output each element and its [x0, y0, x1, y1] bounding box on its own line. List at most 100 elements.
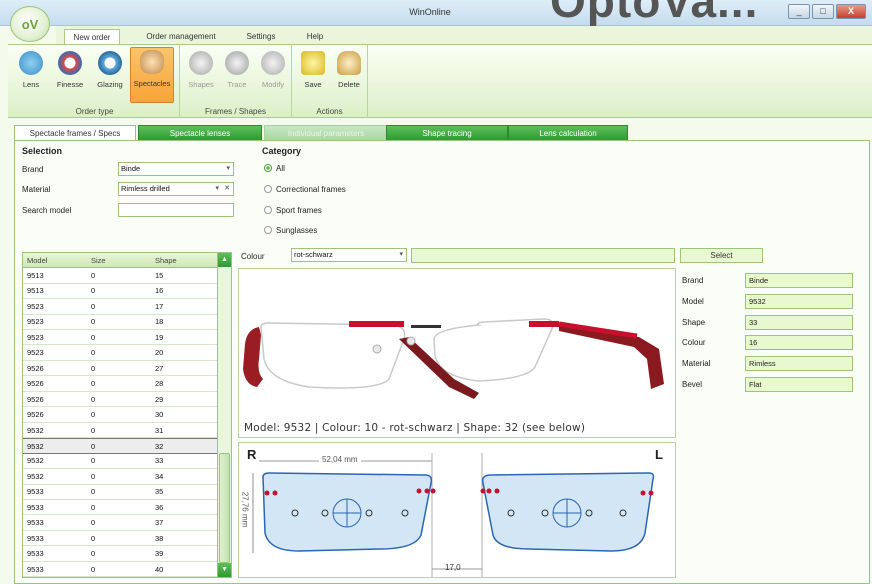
table-row[interactable]: 9523 0 17: [23, 299, 218, 315]
scroll-thumb[interactable]: [219, 453, 230, 563]
minimize-button[interactable]: _: [788, 4, 810, 19]
table-row[interactable]: 9523 0 20: [23, 345, 218, 361]
tab-spectacle-frames[interactable]: Spectacle frames / Specs: [14, 125, 136, 141]
cell-size: 0: [91, 317, 96, 327]
table-row[interactable]: 9532 0 34: [23, 469, 218, 485]
maximize-button[interactable]: □: [812, 4, 834, 19]
menu-new-order[interactable]: New order: [64, 29, 120, 44]
scroll-up-icon[interactable]: ▲: [218, 253, 231, 267]
glazing-button[interactable]: Glazing: [92, 49, 128, 99]
cell-model: 9513: [27, 271, 44, 280]
table-row[interactable]: 9523 0 19: [23, 330, 218, 346]
cell-model: 9533: [27, 549, 44, 559]
cell-model: 9526: [27, 410, 44, 420]
detail-label: Shape: [682, 317, 706, 327]
left-lens-label: L: [655, 447, 663, 462]
cell-model: 9523: [27, 332, 44, 342]
radio-sunglasses[interactable]: [264, 226, 272, 234]
menu-settings[interactable]: Settings: [240, 29, 282, 44]
table-row[interactable]: 9513 0 16: [23, 283, 218, 300]
radio-all[interactable]: [264, 164, 272, 172]
cell-shape: 40: [155, 564, 164, 574]
cell-size: 0: [91, 502, 96, 512]
search-model-label: Search model: [22, 206, 72, 215]
shapes-icon: [189, 51, 213, 75]
trace-button[interactable]: Trace: [220, 49, 254, 99]
cell-size: 0: [91, 425, 96, 435]
lens-shape-drawing: R L 52,04 mm 27,76 mm 17,0: [238, 442, 676, 578]
cell-model: 9533: [27, 533, 44, 543]
select-button[interactable]: Select: [680, 248, 763, 263]
title-bar: OptoVa... WinOnline _ □ X: [0, 0, 872, 27]
table-row[interactable]: 9533 0 40: [23, 562, 218, 578]
ribbon-group-order-type: Lens Finesse Glazing Spectacles Order ty…: [10, 45, 180, 118]
delete-button[interactable]: Delete: [332, 49, 366, 99]
category-sport-label[interactable]: Sport frames: [276, 206, 322, 215]
table-row[interactable]: 9526 0 28: [23, 376, 218, 392]
section-tabs: Spectacle frames / Specs Spectacle lense…: [14, 125, 872, 141]
detail-value-field: 33: [745, 314, 853, 330]
detail-value-field: 9532: [745, 293, 853, 309]
column-shape[interactable]: Shape: [155, 256, 177, 265]
cell-model: 9526: [27, 379, 44, 389]
category-sunglasses-label[interactable]: Sunglasses: [276, 226, 317, 235]
category-correctional-label[interactable]: Correctional frames: [276, 185, 346, 194]
category-all-label[interactable]: All: [276, 164, 285, 173]
lens-button[interactable]: Lens: [14, 49, 48, 99]
menu-order-management[interactable]: Order management: [136, 29, 226, 44]
tab-individual-parameters[interactable]: Individual parameters: [264, 125, 388, 141]
column-size[interactable]: Size: [91, 256, 106, 265]
brand-dropdown[interactable]: Binde ▾: [118, 162, 234, 176]
menu-help[interactable]: Help: [300, 29, 330, 44]
close-button[interactable]: X: [836, 4, 866, 19]
save-button[interactable]: Save: [296, 49, 330, 99]
modify-button[interactable]: Modify: [256, 49, 290, 99]
ribbon-caption-frames-shapes: Frames / Shapes: [205, 107, 266, 116]
table-row[interactable]: 9533 0 35: [23, 484, 218, 500]
cell-size: 0: [91, 441, 96, 451]
scroll-down-icon[interactable]: ▼: [218, 563, 231, 577]
colour-dropdown[interactable]: rot-schwarz ▾: [291, 248, 407, 262]
cell-shape: 32: [155, 441, 164, 451]
cell-shape: 19: [155, 332, 164, 342]
column-model[interactable]: Model: [27, 256, 47, 265]
cell-size: 0: [91, 549, 96, 559]
cell-model: 9533: [27, 502, 44, 512]
tab-shape-tracing[interactable]: Shape tracing: [386, 125, 508, 141]
table-scrollbar[interactable]: ▲ ▼: [217, 253, 231, 577]
search-model-input[interactable]: [118, 203, 234, 217]
cell-size: 0: [91, 332, 96, 342]
table-row[interactable]: 9513 0 15: [23, 268, 218, 284]
tab-spectacle-lenses[interactable]: Spectacle lenses: [138, 125, 262, 141]
table-row[interactable]: 9523 0 18: [23, 314, 218, 331]
table-row[interactable]: 9533 0 38: [23, 531, 218, 547]
table-row[interactable]: 9533 0 39: [23, 546, 218, 562]
table-row[interactable]: 9526 0 30: [23, 407, 218, 423]
table-row[interactable]: 9533 0 37: [23, 515, 218, 531]
table-row[interactable]: 9532 0 33: [23, 453, 218, 470]
cell-shape: 18: [155, 317, 164, 327]
clear-icon[interactable]: ✕: [224, 183, 230, 195]
table-row[interactable]: 9533 0 36: [23, 500, 218, 516]
spectacles-button[interactable]: Spectacles: [130, 47, 174, 103]
shapes-button[interactable]: Shapes: [184, 49, 218, 99]
cell-size: 0: [91, 363, 96, 373]
glazing-icon: [98, 51, 122, 75]
table-row[interactable]: 9526 0 27: [23, 361, 218, 377]
cell-model: 9513: [27, 286, 44, 296]
table-row[interactable]: 9526 0 29: [23, 392, 218, 408]
tab-lens-calculation[interactable]: Lens calculation: [508, 125, 628, 141]
brand-label: Brand: [22, 165, 44, 174]
table-row[interactable]: 9532 0 31: [23, 423, 218, 439]
material-dropdown[interactable]: Rimless drilled ▾ ✕: [118, 182, 234, 196]
cell-shape: 36: [155, 502, 164, 512]
radio-correctional-frames[interactable]: [264, 185, 272, 193]
app-logo[interactable]: oV: [10, 6, 50, 42]
cell-model: 9532: [27, 425, 44, 435]
chevron-down-icon: ▾: [226, 165, 230, 172]
finesse-button[interactable]: Finesse: [50, 49, 90, 99]
table-row[interactable]: 9532 0 32: [23, 437, 218, 454]
radio-sport-frames[interactable]: [264, 206, 272, 214]
colour-label: Colour: [241, 252, 265, 261]
cell-shape: 28: [155, 379, 164, 389]
